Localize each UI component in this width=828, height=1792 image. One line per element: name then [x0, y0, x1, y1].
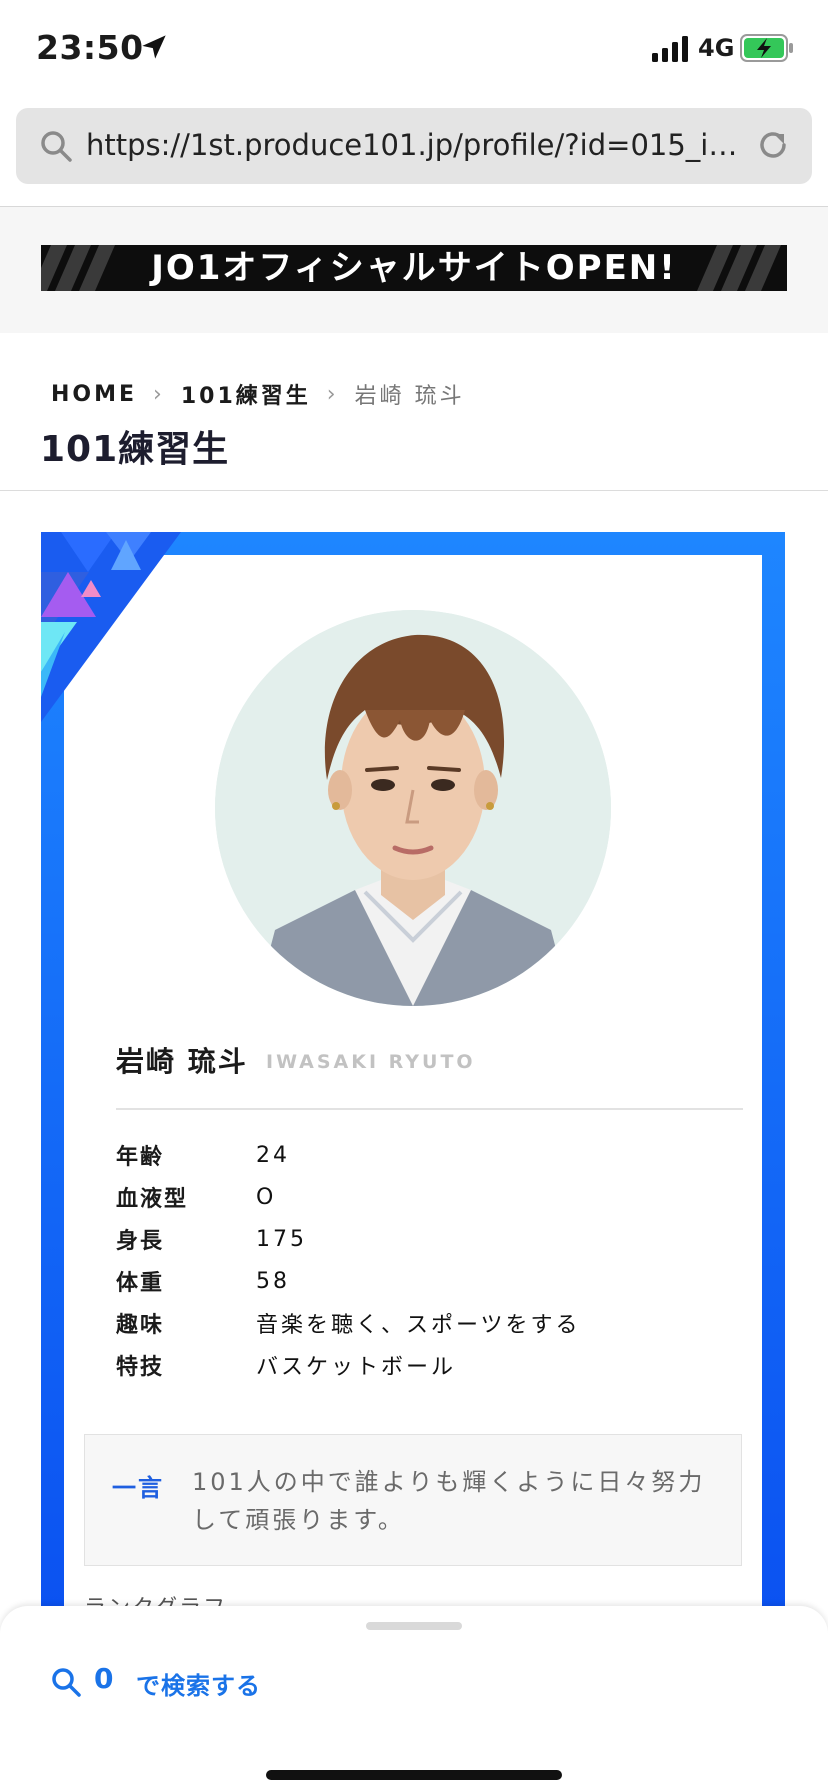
network-type: 4G [698, 34, 735, 62]
chevron-right-icon: › [326, 381, 339, 407]
trainee-name-jp: 岩崎 琉斗 [116, 1045, 248, 1078]
chevron-right-icon: › [153, 381, 165, 407]
status-bar: 23:50 4G [0, 0, 828, 100]
breadcrumb-current: 岩崎 琉斗 [354, 384, 465, 409]
detail-label: 身長 [116, 1229, 165, 1254]
search-icon [41, 131, 72, 162]
detail-label: 年齢 [116, 1145, 165, 1170]
detail-label: 体重 [116, 1271, 165, 1296]
detail-value: O [256, 1184, 277, 1210]
trainee-portrait-illustration [215, 610, 611, 1006]
detail-row-age: 年齢 24 [116, 1134, 736, 1176]
detail-row-hobby: 趣味 音楽を聴く、スポーツをする [116, 1302, 736, 1344]
detail-row-skill: 特技 バスケットボール [116, 1344, 736, 1386]
find-in-page-sheet: 0 で検索する [0, 1606, 828, 1792]
banner-area: JO1オフィシャルサイトOPEN! [0, 207, 828, 333]
search-query[interactable]: 0 [94, 1662, 113, 1695]
detail-row-height: 身長 175 [116, 1218, 736, 1260]
detail-row-blood-type: 血液型 O [116, 1176, 736, 1218]
banner-text: JO1オフィシャルサイトOPEN! [151, 248, 677, 288]
jo1-banner[interactable]: JO1オフィシャルサイトOPEN! [41, 245, 787, 291]
detail-row-weight: 体重 58 [116, 1260, 736, 1302]
home-indicator[interactable] [266, 1770, 562, 1780]
sheet-grabber[interactable] [366, 1622, 462, 1630]
page-title: 101練習生 [40, 429, 230, 470]
triangle-decoration [41, 532, 181, 722]
search-suggestion-label[interactable]: で検索する [136, 1666, 261, 1701]
detail-value: 音楽を聴く、スポーツをする [256, 1313, 581, 1338]
status-time: 23:50 [36, 28, 144, 67]
detail-label: 趣味 [116, 1313, 165, 1338]
breadcrumb-trainees[interactable]: 101練習生 [181, 378, 311, 410]
cellular-signal-icon [652, 36, 688, 62]
divider [0, 490, 828, 491]
detail-value: バスケットボール [256, 1355, 457, 1380]
detail-value: 24 [256, 1142, 290, 1168]
browser-toolbar: https://1st.produce101.jp/profile/?id=01… [0, 100, 828, 207]
trainee-photo [215, 610, 611, 1006]
detail-value: 58 [256, 1268, 290, 1294]
comment-box: 一言 101人の中で誰よりも輝くように日々努力して頑張ります。 [84, 1434, 742, 1566]
location-arrow-icon [142, 35, 166, 59]
breadcrumb-home[interactable]: HOME [51, 382, 137, 407]
divider [116, 1108, 743, 1110]
battery-charging-icon [740, 34, 793, 62]
reload-icon[interactable] [754, 126, 792, 164]
breadcrumb: HOME › 101練習生 › 岩崎 琉斗 [51, 378, 465, 410]
trainee-name-en: IWASAKI RYUTO [266, 1051, 476, 1073]
detail-label: 血液型 [116, 1187, 189, 1212]
comment-label: 一言 [112, 1474, 164, 1502]
address-bar[interactable]: https://1st.produce101.jp/profile/?id=01… [16, 108, 812, 184]
url-text[interactable]: https://1st.produce101.jp/profile/?id=01… [86, 128, 746, 162]
comment-text: 101人の中で誰よりも輝くように日々努力して頑張ります。 [192, 1468, 706, 1534]
detail-value: 175 [256, 1226, 307, 1252]
detail-label: 特技 [116, 1355, 165, 1380]
profile-details: 年齢 24 血液型 O 身長 175 体重 58 趣味 音楽を聴く、スポーツをす… [116, 1134, 736, 1386]
search-icon [52, 1668, 81, 1697]
